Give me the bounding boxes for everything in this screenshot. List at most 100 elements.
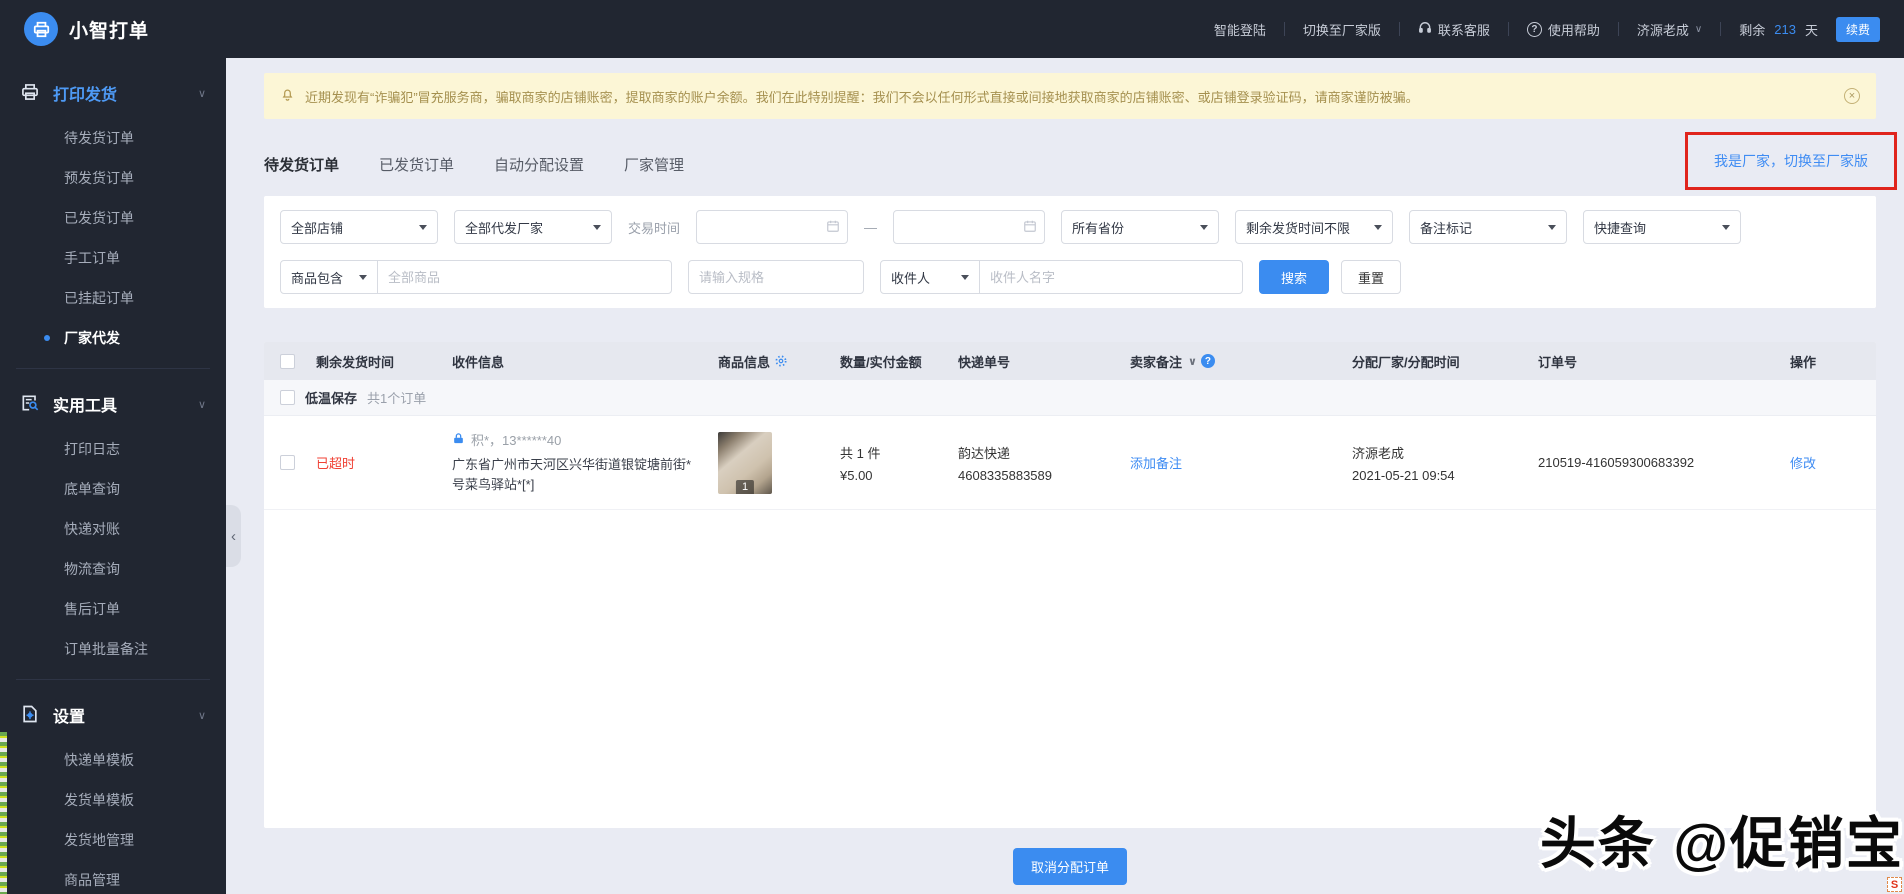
warning-banner-text: 近期发现有“诈骗犯”冒充服务商，骗取商家的店铺账密，提取商家的账户余额。我们在此… bbox=[305, 89, 1419, 105]
switch-to-factory-link[interactable]: 我是厂家，切换至厂家版 bbox=[1714, 151, 1868, 171]
search-button[interactable]: 搜索 bbox=[1259, 260, 1329, 294]
caret-down-icon bbox=[1200, 224, 1209, 230]
sidebar-item-express-reconcile[interactable]: 快递对账 bbox=[0, 509, 226, 549]
row-checkbox[interactable] bbox=[280, 455, 295, 471]
sidebar-item-express-template[interactable]: 快递单模板 bbox=[0, 740, 226, 780]
group-checkbox[interactable] bbox=[280, 390, 295, 405]
sidebar-item-print-log[interactable]: 打印日志 bbox=[0, 429, 226, 469]
sidebar-item-receipt-query[interactable]: 底单查询 bbox=[0, 469, 226, 509]
section-title-settings: 设置 bbox=[53, 709, 86, 726]
tracking-cell: 韵达快递 4608335883589 bbox=[958, 443, 1130, 483]
sidebar-item-batch-remark[interactable]: 订单批量备注 bbox=[0, 629, 226, 669]
reset-button[interactable]: 重置 bbox=[1341, 260, 1401, 294]
user-menu[interactable]: 济源老成 ∨ bbox=[1637, 20, 1702, 39]
remark-tag-select[interactable]: 备注标记 bbox=[1409, 210, 1568, 244]
remark-tag-select-value: 备注标记 bbox=[1420, 220, 1473, 236]
sidebar-item-ship-origin-manage[interactable]: 发货地管理 bbox=[0, 820, 226, 860]
gear-icon[interactable] bbox=[774, 354, 788, 368]
receiver-cell: 积*，13******40 广东省广州市天河区兴华街道银锭塘前街*号菜鸟驿站*[… bbox=[452, 430, 718, 495]
factory-select[interactable]: 全部代发厂家 bbox=[454, 210, 612, 244]
sidebar-collapse-handle[interactable]: ‹ bbox=[226, 505, 241, 567]
sidebar-item-pending-ship-orders[interactable]: 待发货订单 bbox=[0, 118, 226, 158]
date-start-wrap bbox=[696, 210, 849, 244]
courier-name: 韵达快递 bbox=[958, 445, 1011, 461]
remaining-days-value: 213 bbox=[1774, 21, 1796, 37]
tracking-number: 4608335883589 bbox=[958, 467, 1052, 483]
sidebar-item-factory-dropship[interactable]: 厂家代发 bbox=[0, 318, 226, 358]
smart-login-link[interactable]: 智能登陆 bbox=[1214, 20, 1266, 39]
cancel-assign-button[interactable]: 取消分配订单 bbox=[1012, 848, 1127, 885]
filter-panel: 全部店铺 全部代发厂家 交易时间 — 所有省份 剩余发货时间不限 备注标记 快捷… bbox=[264, 196, 1876, 308]
main-content: 近期发现有“诈骗犯”冒充服务商，骗取商家的店铺账密，提取商家的账户余额。我们在此… bbox=[226, 58, 1904, 894]
question-icon[interactable]: ? bbox=[1200, 354, 1215, 368]
column-header-receiver-info: 收件信息 bbox=[452, 354, 505, 370]
select-all-checkbox[interactable] bbox=[280, 353, 295, 369]
product-image[interactable]: 1 bbox=[718, 431, 772, 494]
modify-link[interactable]: 修改 bbox=[1790, 453, 1860, 472]
quick-query-select[interactable]: 快捷查询 bbox=[1583, 210, 1742, 244]
product-contains-value: 商品包含 bbox=[291, 270, 344, 286]
sidebar-item-pre-ship-orders[interactable]: 预发货订单 bbox=[0, 158, 226, 198]
remaining-time-select[interactable]: 剩余发货时间不限 bbox=[1235, 210, 1394, 244]
contact-service-link[interactable]: 联系客服 bbox=[1418, 20, 1490, 39]
top-nav: 智能登陆 切换至厂家版 联系客服 ? 使用帮助 济源老成 ∨ 剩余 213 天 … bbox=[1214, 16, 1880, 42]
sidebar-section-settings[interactable]: 设置 ∨ bbox=[0, 690, 226, 740]
sidebar-item-ship-doc-template[interactable]: 发货单模板 bbox=[0, 780, 226, 820]
divider bbox=[16, 679, 210, 680]
add-remark-link[interactable]: 添加备注 bbox=[1130, 453, 1352, 472]
close-icon[interactable]: × bbox=[1844, 88, 1860, 104]
sidebar-item-manual-orders[interactable]: 手工订单 bbox=[0, 238, 226, 278]
caret-down-icon bbox=[1374, 224, 1383, 230]
sidebar-item-product-manage[interactable]: 商品管理 bbox=[0, 860, 226, 894]
calendar-icon bbox=[1023, 219, 1037, 236]
product-input[interactable] bbox=[377, 260, 672, 294]
remaining-prefix: 剩余 bbox=[1739, 22, 1766, 38]
receiver-select[interactable]: 收件人 bbox=[880, 260, 980, 294]
tab-factory-manage[interactable]: 厂家管理 bbox=[624, 154, 684, 175]
help-link[interactable]: ? 使用帮助 bbox=[1526, 20, 1600, 39]
app-logo[interactable]: 小智打单 bbox=[24, 12, 149, 46]
sidebar-item-logistics-query[interactable]: 物流查询 bbox=[0, 549, 226, 589]
switch-factory-link[interactable]: 切换至厂家版 bbox=[1303, 20, 1381, 39]
smart-login-label: 智能登陆 bbox=[1213, 22, 1266, 38]
chevron-down-icon: ∨ bbox=[197, 398, 206, 411]
tab-pending-orders[interactable]: 待发货订单 bbox=[264, 154, 339, 175]
column-header-factory-time: 分配厂家/分配时间 bbox=[1352, 354, 1460, 370]
lock-icon[interactable] bbox=[452, 432, 465, 448]
product-contains-select[interactable]: 商品包含 bbox=[280, 260, 378, 294]
chevron-down-icon: ∨ bbox=[197, 87, 206, 100]
caret-down-icon bbox=[1548, 224, 1557, 230]
renew-button[interactable]: 续费 bbox=[1835, 16, 1880, 42]
chevron-down-icon: ∨ bbox=[197, 709, 206, 722]
section-title-print-ship: 打印发货 bbox=[53, 87, 118, 104]
sidebar-item-shipped-orders[interactable]: 已发货订单 bbox=[0, 198, 226, 238]
calendar-icon bbox=[826, 219, 840, 236]
shop-select[interactable]: 全部店铺 bbox=[280, 210, 438, 244]
group-order-count: 共1个订单 bbox=[367, 391, 427, 406]
tab-auto-assign-settings[interactable]: 自动分配设置 bbox=[494, 154, 584, 175]
sidebar-item-aftersale-orders[interactable]: 售后订单 bbox=[0, 589, 226, 629]
red-annotation-box: 我是厂家，切换至厂家版 bbox=[1685, 132, 1897, 190]
sidebar: 打印发货 ∨ 待发货订单 预发货订单 已发货订单 手工订单 已挂起订单 厂家代发… bbox=[0, 58, 226, 894]
column-header-actions: 操作 bbox=[1790, 354, 1817, 370]
sidebar-section-print-ship[interactable]: 打印发货 ∨ bbox=[0, 68, 226, 118]
receiver-select-value: 收件人 bbox=[891, 270, 931, 286]
sidebar-item-held-orders[interactable]: 已挂起订单 bbox=[0, 278, 226, 318]
spec-input[interactable] bbox=[688, 260, 864, 294]
remaining-time-select-value: 剩余发货时间不限 bbox=[1246, 220, 1351, 236]
help-label: 使用帮助 bbox=[1547, 22, 1600, 38]
receiver-name-input[interactable] bbox=[979, 260, 1243, 294]
order-row: 已超时 积*，13******40 广东省广州市天河区兴华街道银锭塘前街*号菜鸟… bbox=[264, 416, 1876, 511]
status-badge: 已超时 bbox=[316, 456, 356, 472]
assigned-factory: 济源老成 bbox=[1352, 445, 1405, 461]
receiver-filter-group: 收件人 bbox=[880, 260, 1243, 294]
tab-shipped-orders[interactable]: 已发货订单 bbox=[379, 154, 454, 175]
province-select[interactable]: 所有省份 bbox=[1061, 210, 1220, 244]
browser-badge-icon: S bbox=[1887, 877, 1902, 892]
caret-down-icon bbox=[961, 274, 969, 280]
orders-table: 剩余发货时间 收件信息 商品信息 数量/实付金额 快递单号 卖家备注 ∨? 分配厂… bbox=[264, 342, 1876, 828]
sidebar-section-tools[interactable]: 实用工具 ∨ bbox=[0, 379, 226, 429]
chevron-down-icon[interactable]: ∨ bbox=[1188, 355, 1197, 368]
printer-logo-icon bbox=[24, 12, 58, 46]
tab-bar: 待发货订单 已发货订单 自动分配设置 厂家管理 bbox=[264, 140, 1876, 188]
